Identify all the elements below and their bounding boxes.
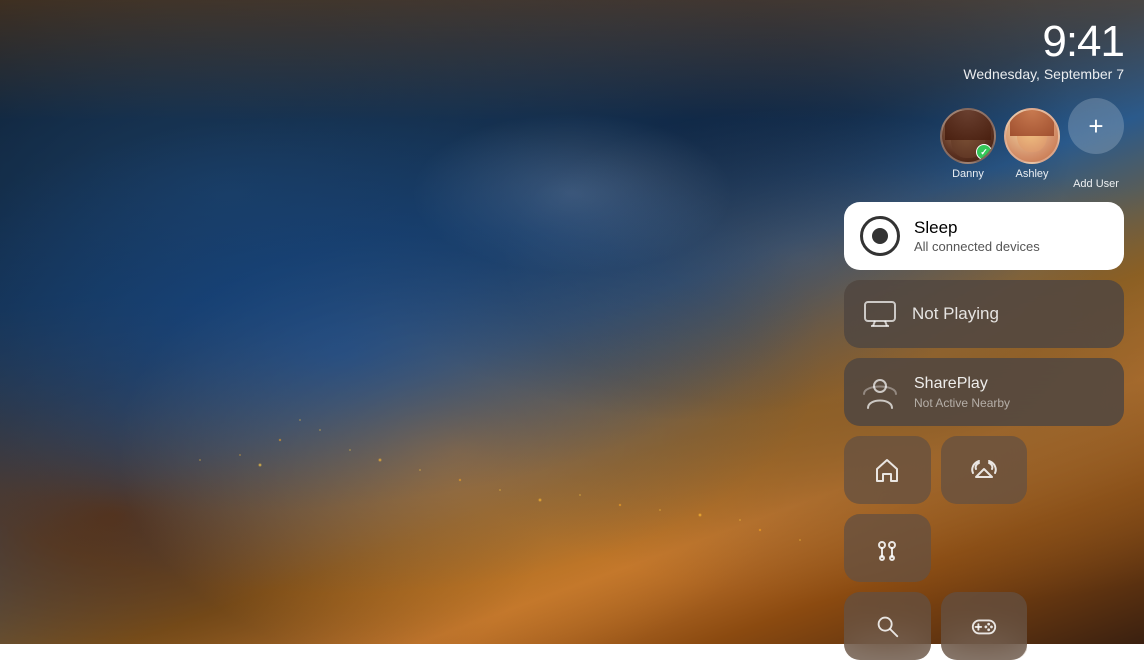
airpods-button[interactable]	[844, 514, 931, 582]
add-user-label: Add User	[1073, 178, 1119, 190]
not-playing-card[interactable]: Not Playing	[844, 280, 1124, 348]
date-display: Wednesday, September 7	[844, 66, 1124, 82]
shareplay-title: SharePlay	[914, 374, 1010, 393]
sleep-icon	[860, 216, 900, 256]
add-user-item[interactable]: + Add User	[1068, 98, 1124, 190]
users-row: ✓ Danny Ashley + Add User	[844, 98, 1124, 190]
sleep-icon-inner	[872, 228, 888, 244]
sleep-text: Sleep All connected devices	[914, 218, 1040, 254]
sleep-title: Sleep	[914, 218, 1040, 238]
shareplay-icon	[860, 372, 900, 412]
control-center: 9:41 Wednesday, September 7 ✓ Danny Ashl…	[844, 20, 1124, 660]
monitor-icon	[862, 296, 898, 332]
shareplay-card[interactable]: SharePlay Not Active Nearby	[844, 358, 1124, 426]
time-section: 9:41 Wednesday, September 7	[844, 20, 1124, 82]
sleep-card[interactable]: Sleep All connected devices	[844, 202, 1124, 270]
search-icon	[873, 612, 901, 640]
icon-grid-bottom	[844, 592, 1124, 660]
gamepad-icon	[970, 612, 998, 640]
shareplay-text: SharePlay Not Active Nearby	[914, 374, 1010, 409]
ashley-face	[1006, 110, 1058, 162]
home-icon	[872, 455, 902, 485]
gamepad-button[interactable]	[941, 592, 1028, 660]
search-button[interactable]	[844, 592, 931, 660]
airpods-icon	[872, 533, 902, 563]
add-user-button[interactable]: +	[1068, 98, 1124, 154]
home-button[interactable]	[844, 436, 931, 504]
clock-display: 9:41	[844, 20, 1124, 64]
plus-icon: +	[1088, 111, 1103, 142]
user-danny[interactable]: ✓ Danny	[940, 108, 996, 180]
avatar-ashley	[1004, 108, 1060, 164]
user-ashley-label: Ashley	[1015, 168, 1048, 180]
shareplay-subtitle: Not Active Nearby	[914, 396, 1010, 410]
icon-grid-top	[844, 436, 1124, 582]
user-danny-label: Danny	[952, 168, 984, 180]
not-playing-label: Not Playing	[912, 304, 999, 324]
empty-slot	[1037, 592, 1124, 660]
avatar-danny: ✓	[940, 108, 996, 164]
sleep-subtitle: All connected devices	[914, 239, 1040, 254]
airplay-icon	[969, 455, 999, 485]
airplay-button[interactable]	[941, 436, 1028, 504]
active-badge: ✓	[976, 144, 992, 160]
user-ashley[interactable]: Ashley	[1004, 108, 1060, 180]
